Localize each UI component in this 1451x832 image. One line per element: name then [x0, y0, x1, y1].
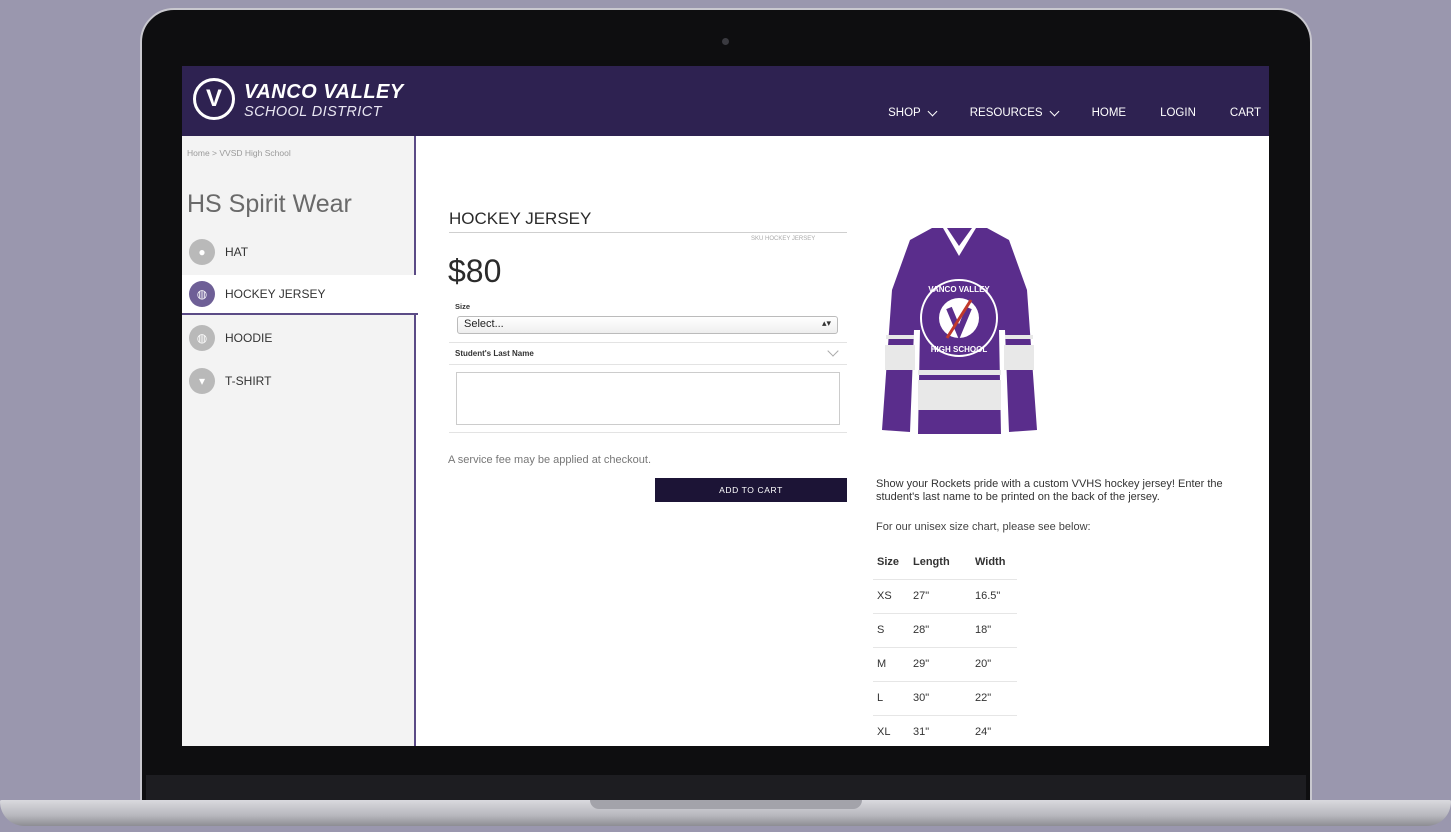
- sidebar-item-label: HOCKEY JERSEY: [225, 287, 326, 301]
- category-title: HS Spirit Wear: [187, 190, 352, 218]
- sidebar-item-label: HAT: [225, 245, 249, 259]
- chevron-down-icon: [927, 106, 938, 116]
- nav-login[interactable]: LOGIN: [1160, 107, 1196, 119]
- last-name-textarea[interactable]: [456, 372, 840, 425]
- hoodie-icon: ◍: [189, 325, 215, 351]
- add-to-cart-button[interactable]: ADD TO CART: [655, 478, 847, 502]
- table-row: XS 27" 16.5": [873, 578, 1017, 613]
- sidebar-item-hat[interactable]: ● HAT: [182, 232, 416, 272]
- table-row: M 29" 20": [873, 646, 1017, 681]
- last-name-label[interactable]: Student's Last Name: [455, 349, 534, 358]
- logo-icon[interactable]: V: [193, 78, 235, 120]
- tshirt-icon: ▾: [189, 368, 215, 394]
- hockey-jersey-image: VANCO VALLEY HIGH SCHOOL: [882, 228, 1037, 434]
- category-sidebar: Home > VVSD High School HS Spirit Wear ●…: [182, 136, 418, 746]
- main-nav: SHOP RESOURCES HOME LOGIN CART: [854, 106, 1261, 119]
- size-chart-table: Size Length Width XS 27" 16.5" S 28" 18"…: [873, 546, 1017, 746]
- sidebar-item-label: T-SHIRT: [225, 374, 272, 388]
- divider: [449, 364, 847, 365]
- service-fee-note: A service fee may be applied at checkout…: [448, 454, 652, 466]
- column-header: Length: [913, 556, 950, 569]
- nav-shop[interactable]: SHOP: [888, 106, 938, 119]
- table-cell: 18": [971, 612, 1017, 647]
- jersey-text-bottom: HIGH SCHOOL: [931, 345, 988, 354]
- table-cell: XS: [873, 578, 909, 613]
- table-cell: 31": [909, 714, 971, 746]
- column-header: Width: [975, 556, 1006, 569]
- table-cell: M: [873, 646, 909, 681]
- size-chart-note: For our unisex size chart, please see be…: [876, 521, 1091, 533]
- webcam: [722, 38, 729, 45]
- product-title: HOCKEY JERSEY: [449, 209, 592, 228]
- nav-resources-label: RESOURCES: [969, 107, 1043, 119]
- table-header-row: Size Length Width: [873, 546, 1017, 579]
- sidebar-item-tshirt[interactable]: ▾ T-SHIRT: [182, 361, 416, 401]
- breadcrumb[interactable]: Home > VVSD High School: [187, 148, 291, 158]
- table-cell: L: [873, 680, 909, 715]
- product-description: Show your Rockets pride with a custom VV…: [876, 478, 1223, 503]
- table-cell: 24": [971, 714, 1017, 746]
- browser-page: V VANCO VALLEY SCHOOL DISTRICT SHOP RESO…: [182, 66, 1269, 746]
- divider: [449, 432, 847, 433]
- chevron-down-icon: [1049, 106, 1060, 116]
- sidebar-item-hoodie[interactable]: ◍ HOODIE: [182, 318, 416, 358]
- table-cell: 16.5": [971, 578, 1017, 613]
- jersey-icon: ◍: [189, 281, 215, 307]
- sidebar-item-hockey-jersey[interactable]: ◍ HOCKEY JERSEY: [182, 275, 418, 315]
- table-row: S 28" 18": [873, 612, 1017, 647]
- select-arrows-icon: ▴▾: [821, 318, 831, 328]
- nav-resources[interactable]: RESOURCES: [969, 106, 1060, 119]
- site-header: V VANCO VALLEY SCHOOL DISTRICT SHOP RESO…: [182, 66, 1269, 136]
- hat-icon: ●: [189, 239, 215, 265]
- table-cell: 22": [971, 680, 1017, 715]
- divider: [449, 342, 847, 343]
- table-cell: 30": [909, 680, 971, 715]
- table-cell: 29": [909, 646, 971, 681]
- sidebar-item-label: HOODIE: [225, 331, 273, 345]
- table-cell: 28": [909, 612, 971, 647]
- jersey-text-top: VANCO VALLEY: [928, 285, 990, 294]
- logo-name[interactable]: VANCO VALLEY: [244, 81, 404, 104]
- laptop-notch: [590, 800, 862, 809]
- title-divider: [449, 232, 847, 233]
- nav-shop-label: SHOP: [888, 107, 921, 119]
- table-cell: 27": [909, 578, 971, 613]
- table-row: L 30" 22": [873, 680, 1017, 715]
- table-row: XL 31" 24": [873, 714, 1017, 746]
- column-header: Size: [877, 556, 900, 569]
- table-cell: S: [873, 612, 909, 647]
- size-select-value: Select...: [464, 318, 504, 330]
- nav-home[interactable]: HOME: [1092, 107, 1127, 119]
- product-sku: SKU HOCKEY JERSEY: [751, 236, 816, 242]
- table-cell: XL: [873, 714, 909, 746]
- size-select[interactable]: Select... ▴▾: [457, 316, 838, 334]
- product-price: $80: [448, 253, 502, 289]
- chevron-down-icon[interactable]: [827, 345, 839, 357]
- nav-cart[interactable]: CART: [1230, 107, 1261, 119]
- size-label: Size: [455, 302, 471, 311]
- logo-subname[interactable]: SCHOOL DISTRICT: [244, 104, 382, 120]
- table-cell: 20": [971, 646, 1017, 681]
